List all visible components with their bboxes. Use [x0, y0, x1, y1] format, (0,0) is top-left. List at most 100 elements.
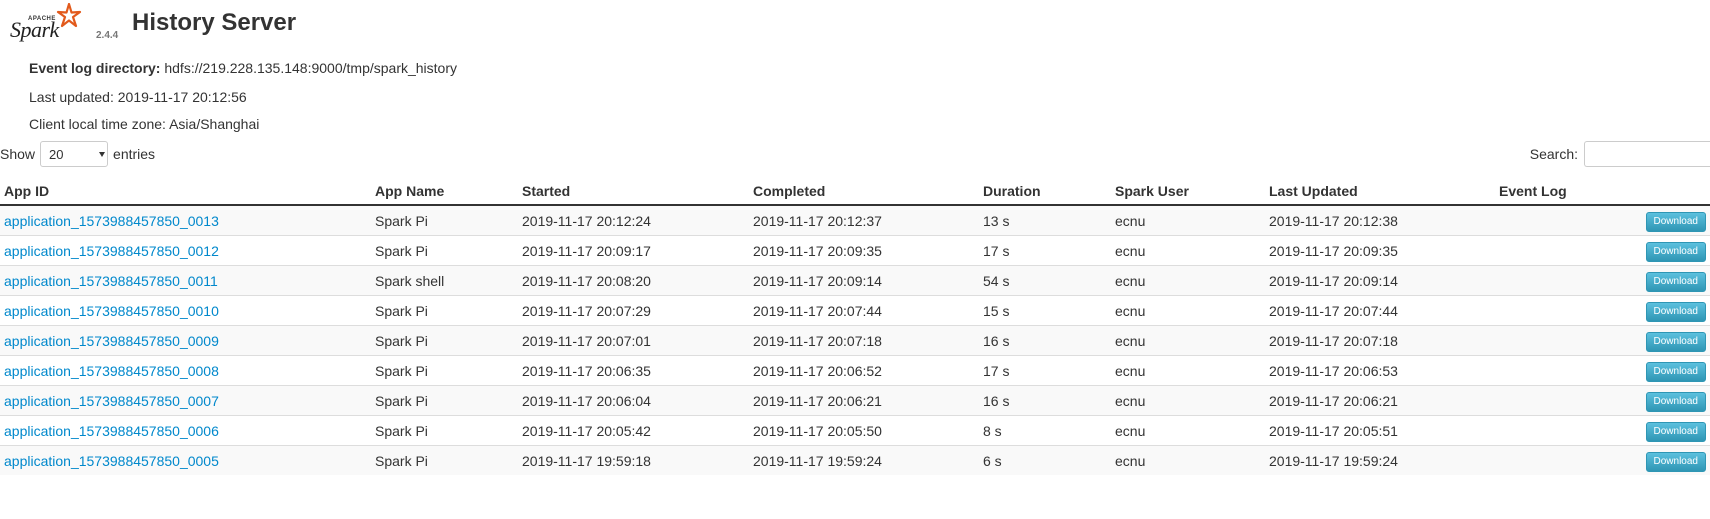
spark-version: 2.4.4	[96, 30, 119, 41]
cell-started: 2019-11-17 20:08:20	[518, 265, 749, 296]
page-header: APACHE Spark 2.4.4 History Server	[10, 2, 710, 46]
cell-spark-user: ecnu	[1111, 235, 1265, 266]
app-id-link[interactable]: application_1573988457850_0011	[4, 273, 218, 289]
download-button[interactable]: Download	[1645, 392, 1706, 412]
table-row: application_1573988457850_0012 Spark Pi …	[0, 235, 1710, 266]
cell-app-id: application_1573988457850_0005	[0, 445, 371, 475]
cell-last-updated: 2019-11-17 20:06:21	[1265, 385, 1495, 416]
cell-app-id: application_1573988457850_0009	[0, 325, 371, 356]
cell-event-log: Download	[1495, 385, 1710, 416]
cell-started: 2019-11-17 20:09:17	[518, 235, 749, 266]
cell-event-log: Download	[1495, 445, 1710, 475]
app-id-link[interactable]: application_1573988457850_0010	[4, 303, 219, 319]
cell-spark-user: ecnu	[1111, 204, 1265, 236]
download-button[interactable]: Download	[1645, 362, 1706, 382]
column-header-app-id[interactable]: App ID	[0, 178, 371, 206]
download-button[interactable]: Download	[1645, 302, 1706, 322]
download-button[interactable]: Download	[1645, 422, 1706, 442]
app-id-link[interactable]: application_1573988457850_0009	[4, 333, 219, 349]
cell-spark-user: ecnu	[1111, 265, 1265, 296]
app-id-link[interactable]: application_1573988457850_0012	[4, 243, 219, 259]
cell-event-log: Download	[1495, 265, 1710, 296]
column-header-completed[interactable]: Completed	[749, 178, 979, 206]
last-updated: Last updated: 2019-11-17 20:12:56	[29, 89, 247, 105]
spark-logo[interactable]: APACHE Spark 2.4.4	[10, 2, 122, 46]
cell-app-id: application_1573988457850_0011	[0, 265, 371, 296]
table-row: application_1573988457850_0005 Spark Pi …	[0, 445, 1710, 475]
app-id-link[interactable]: application_1573988457850_0008	[4, 363, 219, 379]
cell-duration: 15 s	[979, 295, 1111, 326]
cell-event-log: Download	[1495, 295, 1710, 326]
logo-spark-text: Spark	[10, 17, 59, 42]
download-button[interactable]: Download	[1645, 242, 1706, 262]
cell-last-updated: 2019-11-17 20:05:51	[1265, 415, 1495, 446]
cell-event-log: Download	[1495, 325, 1710, 356]
cell-event-log: Download	[1495, 235, 1710, 266]
app-id-link[interactable]: application_1573988457850_0006	[4, 423, 219, 439]
cell-completed: 2019-11-17 20:07:18	[749, 325, 979, 356]
table-row: application_1573988457850_0011 Spark she…	[0, 265, 1710, 296]
last-updated-value: 2019-11-17 20:12:56	[117, 89, 247, 105]
download-button[interactable]: Download	[1645, 212, 1706, 232]
cell-app-name: Spark Pi	[371, 295, 518, 326]
cell-app-name: Spark shell	[371, 265, 518, 296]
search-input[interactable]	[1584, 141, 1710, 167]
cell-app-id: application_1573988457850_0008	[0, 355, 371, 386]
search-control: Search:	[1530, 140, 1710, 168]
entries-select[interactable]: 20	[40, 141, 109, 167]
cell-app-id: application_1573988457850_0013	[0, 204, 371, 236]
cell-event-log: Download	[1495, 415, 1710, 446]
column-header-last-updated[interactable]: Last Updated	[1265, 178, 1495, 206]
event-log-value: hdfs://219.228.135.148:9000/tmp/spark_hi…	[164, 60, 457, 76]
cell-spark-user: ecnu	[1111, 415, 1265, 446]
download-button[interactable]: Download	[1645, 452, 1706, 472]
cell-duration: 8 s	[979, 415, 1111, 446]
cell-app-id: application_1573988457850_0006	[0, 415, 371, 446]
cell-app-id: application_1573988457850_0007	[0, 385, 371, 416]
column-header-started[interactable]: Started	[518, 178, 749, 206]
table-row: application_1573988457850_0013 Spark Pi …	[0, 204, 1710, 236]
cell-last-updated: 2019-11-17 20:12:38	[1265, 204, 1495, 236]
cell-started: 2019-11-17 20:06:04	[518, 385, 749, 416]
last-updated-label: Last updated:	[29, 89, 114, 105]
cell-completed: 2019-11-17 20:06:21	[749, 385, 979, 416]
app-id-link[interactable]: application_1573988457850_0007	[4, 393, 219, 409]
cell-duration: 16 s	[979, 385, 1111, 416]
cell-app-name: Spark Pi	[371, 385, 518, 416]
cell-started: 2019-11-17 20:05:42	[518, 415, 749, 446]
app-id-link[interactable]: application_1573988457850_0005	[4, 453, 219, 469]
column-header-event-log[interactable]: Event Log	[1495, 178, 1710, 206]
chevron-down-icon	[99, 152, 106, 157]
cell-app-name: Spark Pi	[371, 204, 518, 236]
applications-table: App ID App Name Started Completed Durati…	[0, 178, 1710, 475]
download-button[interactable]: Download	[1645, 332, 1706, 352]
cell-duration: 6 s	[979, 445, 1111, 475]
column-header-duration[interactable]: Duration	[979, 178, 1111, 206]
page-title: History Server	[132, 9, 297, 36]
table-row: application_1573988457850_0007 Spark Pi …	[0, 385, 1710, 416]
cell-last-updated: 2019-11-17 20:09:35	[1265, 235, 1495, 266]
cell-completed: 2019-11-17 19:59:24	[749, 445, 979, 475]
app-id-link[interactable]: application_1573988457850_0013	[4, 213, 219, 229]
cell-app-id: application_1573988457850_0010	[0, 295, 371, 326]
entries-select-value: 20	[49, 147, 64, 162]
cell-started: 2019-11-17 20:06:35	[518, 355, 749, 386]
column-header-spark-user[interactable]: Spark User	[1111, 178, 1265, 206]
search-label: Search:	[1529, 146, 1578, 162]
cell-app-id: application_1573988457850_0012	[0, 235, 371, 266]
show-label: Show	[0, 146, 36, 162]
cell-last-updated: 2019-11-17 19:59:24	[1265, 445, 1495, 475]
event-log-label: Event log directory:	[29, 60, 161, 76]
cell-started: 2019-11-17 20:12:24	[518, 204, 749, 236]
download-button[interactable]: Download	[1645, 272, 1706, 292]
cell-app-name: Spark Pi	[371, 325, 518, 356]
table-row: application_1573988457850_0008 Spark Pi …	[0, 355, 1710, 386]
cell-started: 2019-11-17 20:07:01	[518, 325, 749, 356]
cell-spark-user: ecnu	[1111, 325, 1265, 356]
cell-app-name: Spark Pi	[371, 235, 518, 266]
table-header-row: App ID App Name Started Completed Durati…	[0, 178, 1710, 206]
column-header-app-name[interactable]: App Name	[371, 178, 518, 206]
cell-spark-user: ecnu	[1111, 385, 1265, 416]
cell-completed: 2019-11-17 20:09:14	[749, 265, 979, 296]
cell-completed: 2019-11-17 20:07:44	[749, 295, 979, 326]
